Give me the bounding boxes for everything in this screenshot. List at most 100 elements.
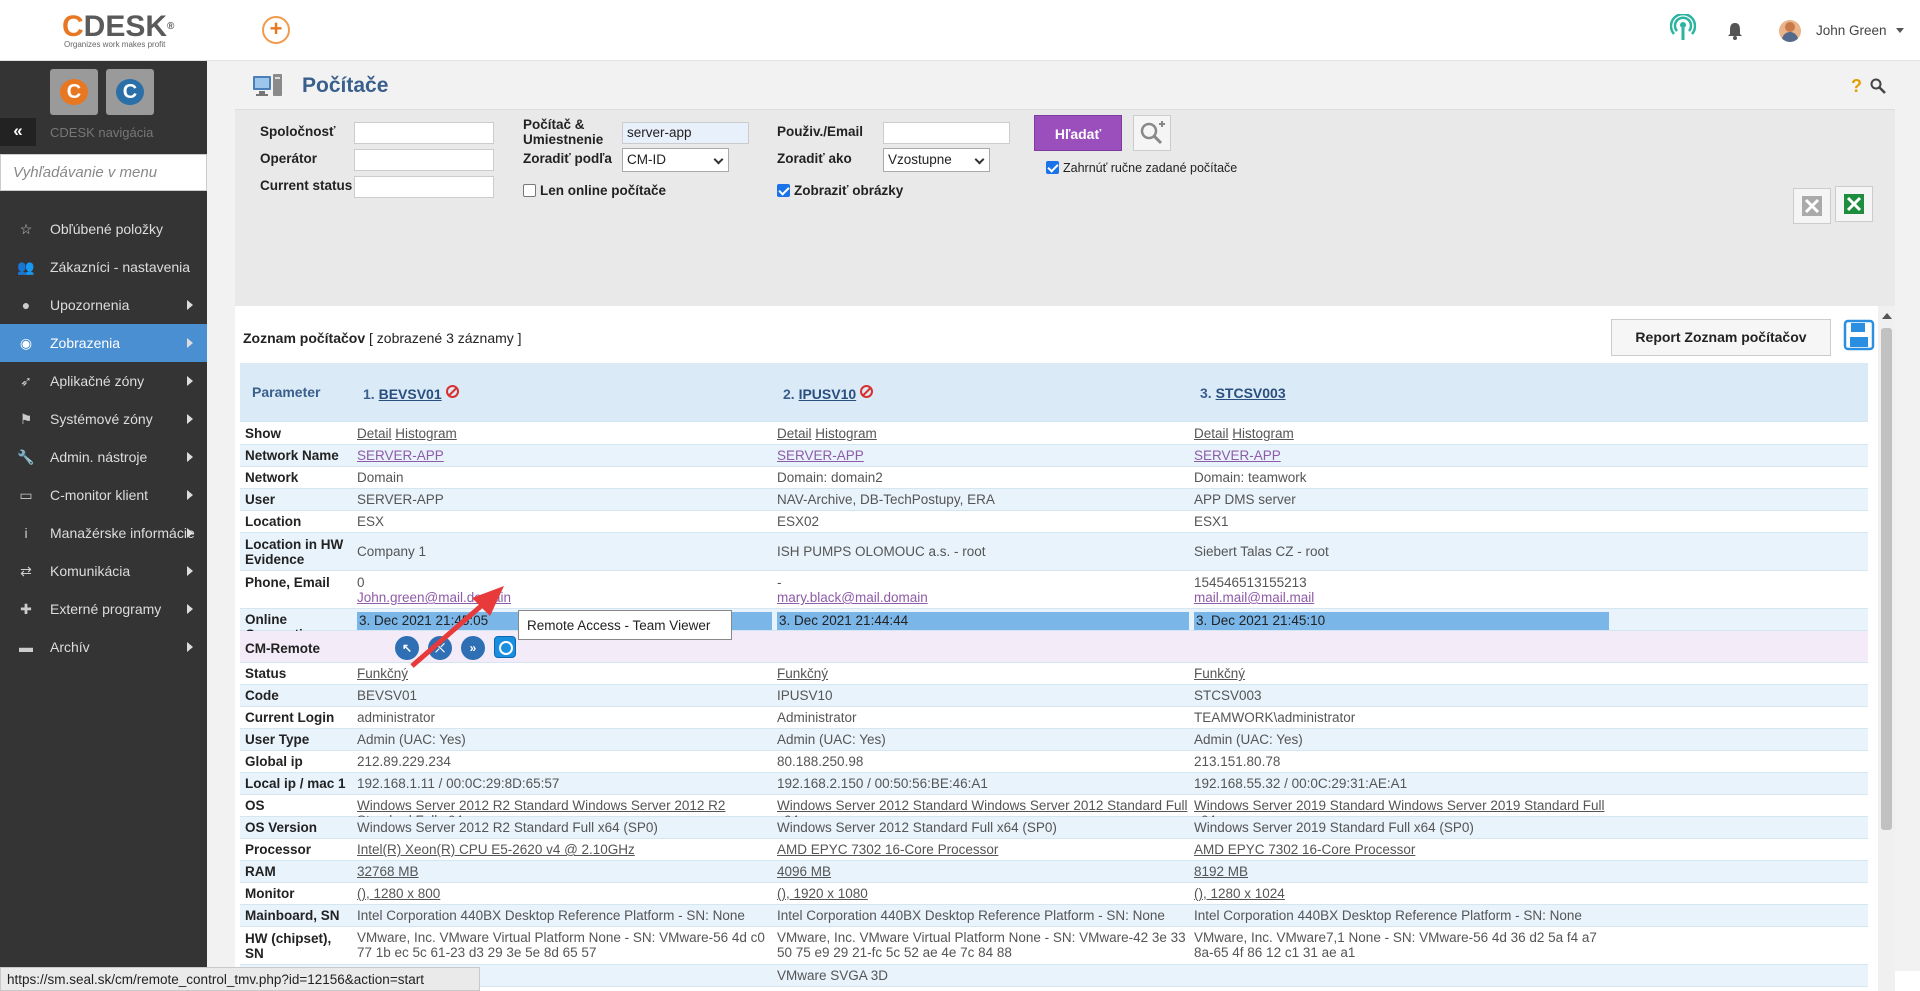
- cdesk-app-logo[interactable]: C: [50, 69, 98, 115]
- sidebar-item-label: Systémové zóny: [50, 411, 153, 427]
- help-icon[interactable]: ?: [1851, 76, 1862, 97]
- email-link[interactable]: mail.mail@mail.mail: [1194, 590, 1314, 605]
- scroll-up-icon[interactable]: [1882, 313, 1892, 319]
- excel-icon: [1844, 194, 1864, 214]
- cell-value[interactable]: Funkčný: [1194, 666, 1609, 681]
- online-only-checkbox[interactable]: Len online počítače: [523, 183, 666, 198]
- cell-value[interactable]: (), 1920 x 1080: [777, 886, 1189, 901]
- histogram-link[interactable]: Histogram: [395, 426, 457, 441]
- email-link[interactable]: mary.black@mail.domain: [777, 590, 928, 605]
- cell-value[interactable]: 8192 MB: [1194, 864, 1609, 879]
- sort-dir-select[interactable]: Vzostupne: [883, 148, 990, 172]
- table-row: RAM 32768 MB 4096 MB 8192 MB: [240, 861, 1868, 883]
- user-avatar[interactable]: [1779, 20, 1801, 42]
- sidebar-item-aplika-n-z-ny[interactable]: ➶ Aplikačné zóny: [0, 362, 207, 400]
- sidebar-item-arch-v[interactable]: ▬ Archív: [0, 628, 207, 666]
- report-button[interactable]: Report Zoznam počítačov: [1611, 319, 1831, 356]
- cell-value: IPUSV10: [777, 688, 833, 703]
- detail-link[interactable]: Detail: [1194, 426, 1229, 441]
- logo-text: DESK: [83, 10, 168, 43]
- add-new-button[interactable]: +: [262, 16, 290, 44]
- sidebar-item-extern-programy[interactable]: ✚ Externé programy: [0, 590, 207, 628]
- sidebar-item-komunik-cia[interactable]: ⇄ Komunikácia: [0, 552, 207, 590]
- sidebar-item-label: Externé programy: [50, 601, 162, 617]
- cell-value[interactable]: 32768 MB: [357, 864, 772, 879]
- save-icon[interactable]: [1843, 319, 1875, 351]
- computer-link[interactable]: IPUSV10: [799, 386, 857, 402]
- search-button[interactable]: Hľadať: [1034, 115, 1122, 151]
- export-excel-button[interactable]: [1835, 186, 1873, 222]
- sidebar-item-syst-mov-z-ny[interactable]: ⚑ Systémové zóny: [0, 400, 207, 438]
- user-email-input[interactable]: [883, 122, 1010, 144]
- cell-value: Windows Server 2012 R2 Standard Full x64…: [357, 820, 658, 835]
- cell-value: 213.151.80.78: [1194, 754, 1281, 769]
- export-excel-disabled-button[interactable]: [1793, 188, 1831, 224]
- nav-label: CDESK navigácia: [50, 125, 154, 140]
- cell-value[interactable]: Funkčný: [777, 666, 1189, 681]
- table-row: OS Windows Server 2012 R2 Standard Window…: [240, 795, 1868, 828]
- computer-link[interactable]: BEVSV01: [379, 386, 442, 402]
- cell-value[interactable]: SERVER-APP: [357, 448, 772, 463]
- scroll-thumb[interactable]: [1881, 328, 1892, 830]
- detail-link[interactable]: Detail: [777, 426, 812, 441]
- cell-value[interactable]: AMD EPYC 7302 16-Core Processor: [1194, 842, 1609, 857]
- computer-icon: [253, 74, 282, 96]
- sidebar-item-z-kazn-ci-nastavenia[interactable]: 👥 Zákazníci - nastavenia: [0, 248, 207, 286]
- computer-grid: Parameter 1. BEVSV01 2. IPUSV10 3. STCSV003…: [240, 363, 1868, 991]
- search-icon[interactable]: [1870, 78, 1886, 94]
- sort-by-label: Zoradiť podľa: [523, 151, 612, 166]
- cdesk-logo[interactable]: CDESK® Organizes work makes profit: [62, 10, 174, 50]
- row-label: User Type: [245, 732, 310, 747]
- cell-value[interactable]: Intel(R) Xeon(R) CPU E5-2620 v4 @ 2.10GH…: [357, 842, 772, 857]
- row-label: Code: [245, 688, 279, 703]
- sidebar-item-c-monitor-klient[interactable]: ▭ C-monitor klient: [0, 476, 207, 514]
- sidebar-item-admin-n-stroje[interactable]: 🔧 Admin. nástroje: [0, 438, 207, 476]
- table-row: Global ip 212.89.229.234 80.188.250.98 213.…: [240, 751, 1868, 773]
- show-links: Detail Histogram: [357, 426, 457, 441]
- cell-value: Intel Corporation 440BX Desktop Referenc…: [357, 908, 745, 923]
- sort-by-select[interactable]: CM-ID: [622, 148, 729, 172]
- scrollbar[interactable]: [1878, 306, 1895, 991]
- row-label: Network Name: [245, 448, 339, 463]
- histogram-link[interactable]: Histogram: [1232, 426, 1294, 441]
- sidebar-item-upozornenia[interactable]: ● Upozornenia: [0, 286, 207, 324]
- advanced-search-button[interactable]: [1133, 115, 1171, 151]
- computer-input[interactable]: server-app: [622, 122, 749, 144]
- cell-value[interactable]: 4096 MB: [777, 864, 1189, 879]
- user-name[interactable]: John Green: [1816, 23, 1887, 38]
- podcast-icon[interactable]: [1670, 14, 1696, 44]
- company-label: Spoločnosť: [260, 124, 336, 139]
- cell-value[interactable]: (), 1280 x 1024: [1194, 886, 1609, 901]
- cell-value[interactable]: AMD EPYC 7302 16-Core Processor: [777, 842, 1189, 857]
- bell-icon[interactable]: [1727, 22, 1743, 40]
- flag-icon: ⚑: [19, 411, 33, 427]
- table-row: OS Version Windows Server 2012 R2 Standar…: [240, 817, 1868, 839]
- operator-input[interactable]: [354, 149, 494, 171]
- phone-email: 154546513155213 mail.mail@mail.mail: [1194, 575, 1314, 605]
- chevron-down-icon[interactable]: [1896, 28, 1904, 33]
- cmonitor-app-logo[interactable]: C: [106, 69, 154, 115]
- sidebar-item-ob-ben-polo-ky[interactable]: ☆ Obľúbené položky: [0, 210, 207, 248]
- table-row: Current Login administrator Administrator T…: [240, 707, 1868, 729]
- include-manual-checkbox[interactable]: Zahrnúť ručne zadané počítače: [1046, 161, 1237, 175]
- sidebar-item-mana-rske-inform-cie[interactable]: i Manažérske informácie: [0, 514, 207, 552]
- sidebar-collapse-button[interactable]: «: [0, 118, 36, 146]
- cell-value[interactable]: SERVER-APP: [1194, 448, 1609, 463]
- cell-value: 80.188.250.98: [777, 754, 864, 769]
- detail-link[interactable]: Detail: [357, 426, 392, 441]
- table-header-row: Parameter 1. BEVSV01 2. IPUSV10 3. STCSV003: [240, 363, 1868, 422]
- show-links: Detail Histogram: [777, 426, 877, 441]
- sidebar-item-zobrazenia[interactable]: ◉ Zobrazenia: [0, 324, 207, 362]
- row-label: OS Version: [245, 820, 318, 835]
- menu-search-input[interactable]: Vyhľadávanie v menu: [0, 154, 207, 191]
- sidebar-item-label: Archív: [50, 639, 90, 655]
- show-images-checkbox[interactable]: Zobraziť obrázky: [777, 183, 903, 198]
- cell-value[interactable]: (), 1280 x 800: [357, 886, 772, 901]
- offline-icon: [445, 385, 459, 398]
- company-input[interactable]: [354, 122, 494, 144]
- status-input[interactable]: [354, 176, 494, 198]
- rocket-icon: ➶: [20, 373, 32, 389]
- histogram-link[interactable]: Histogram: [815, 426, 877, 441]
- cell-value[interactable]: SERVER-APP: [777, 448, 1189, 463]
- computer-link[interactable]: STCSV003: [1216, 385, 1286, 401]
